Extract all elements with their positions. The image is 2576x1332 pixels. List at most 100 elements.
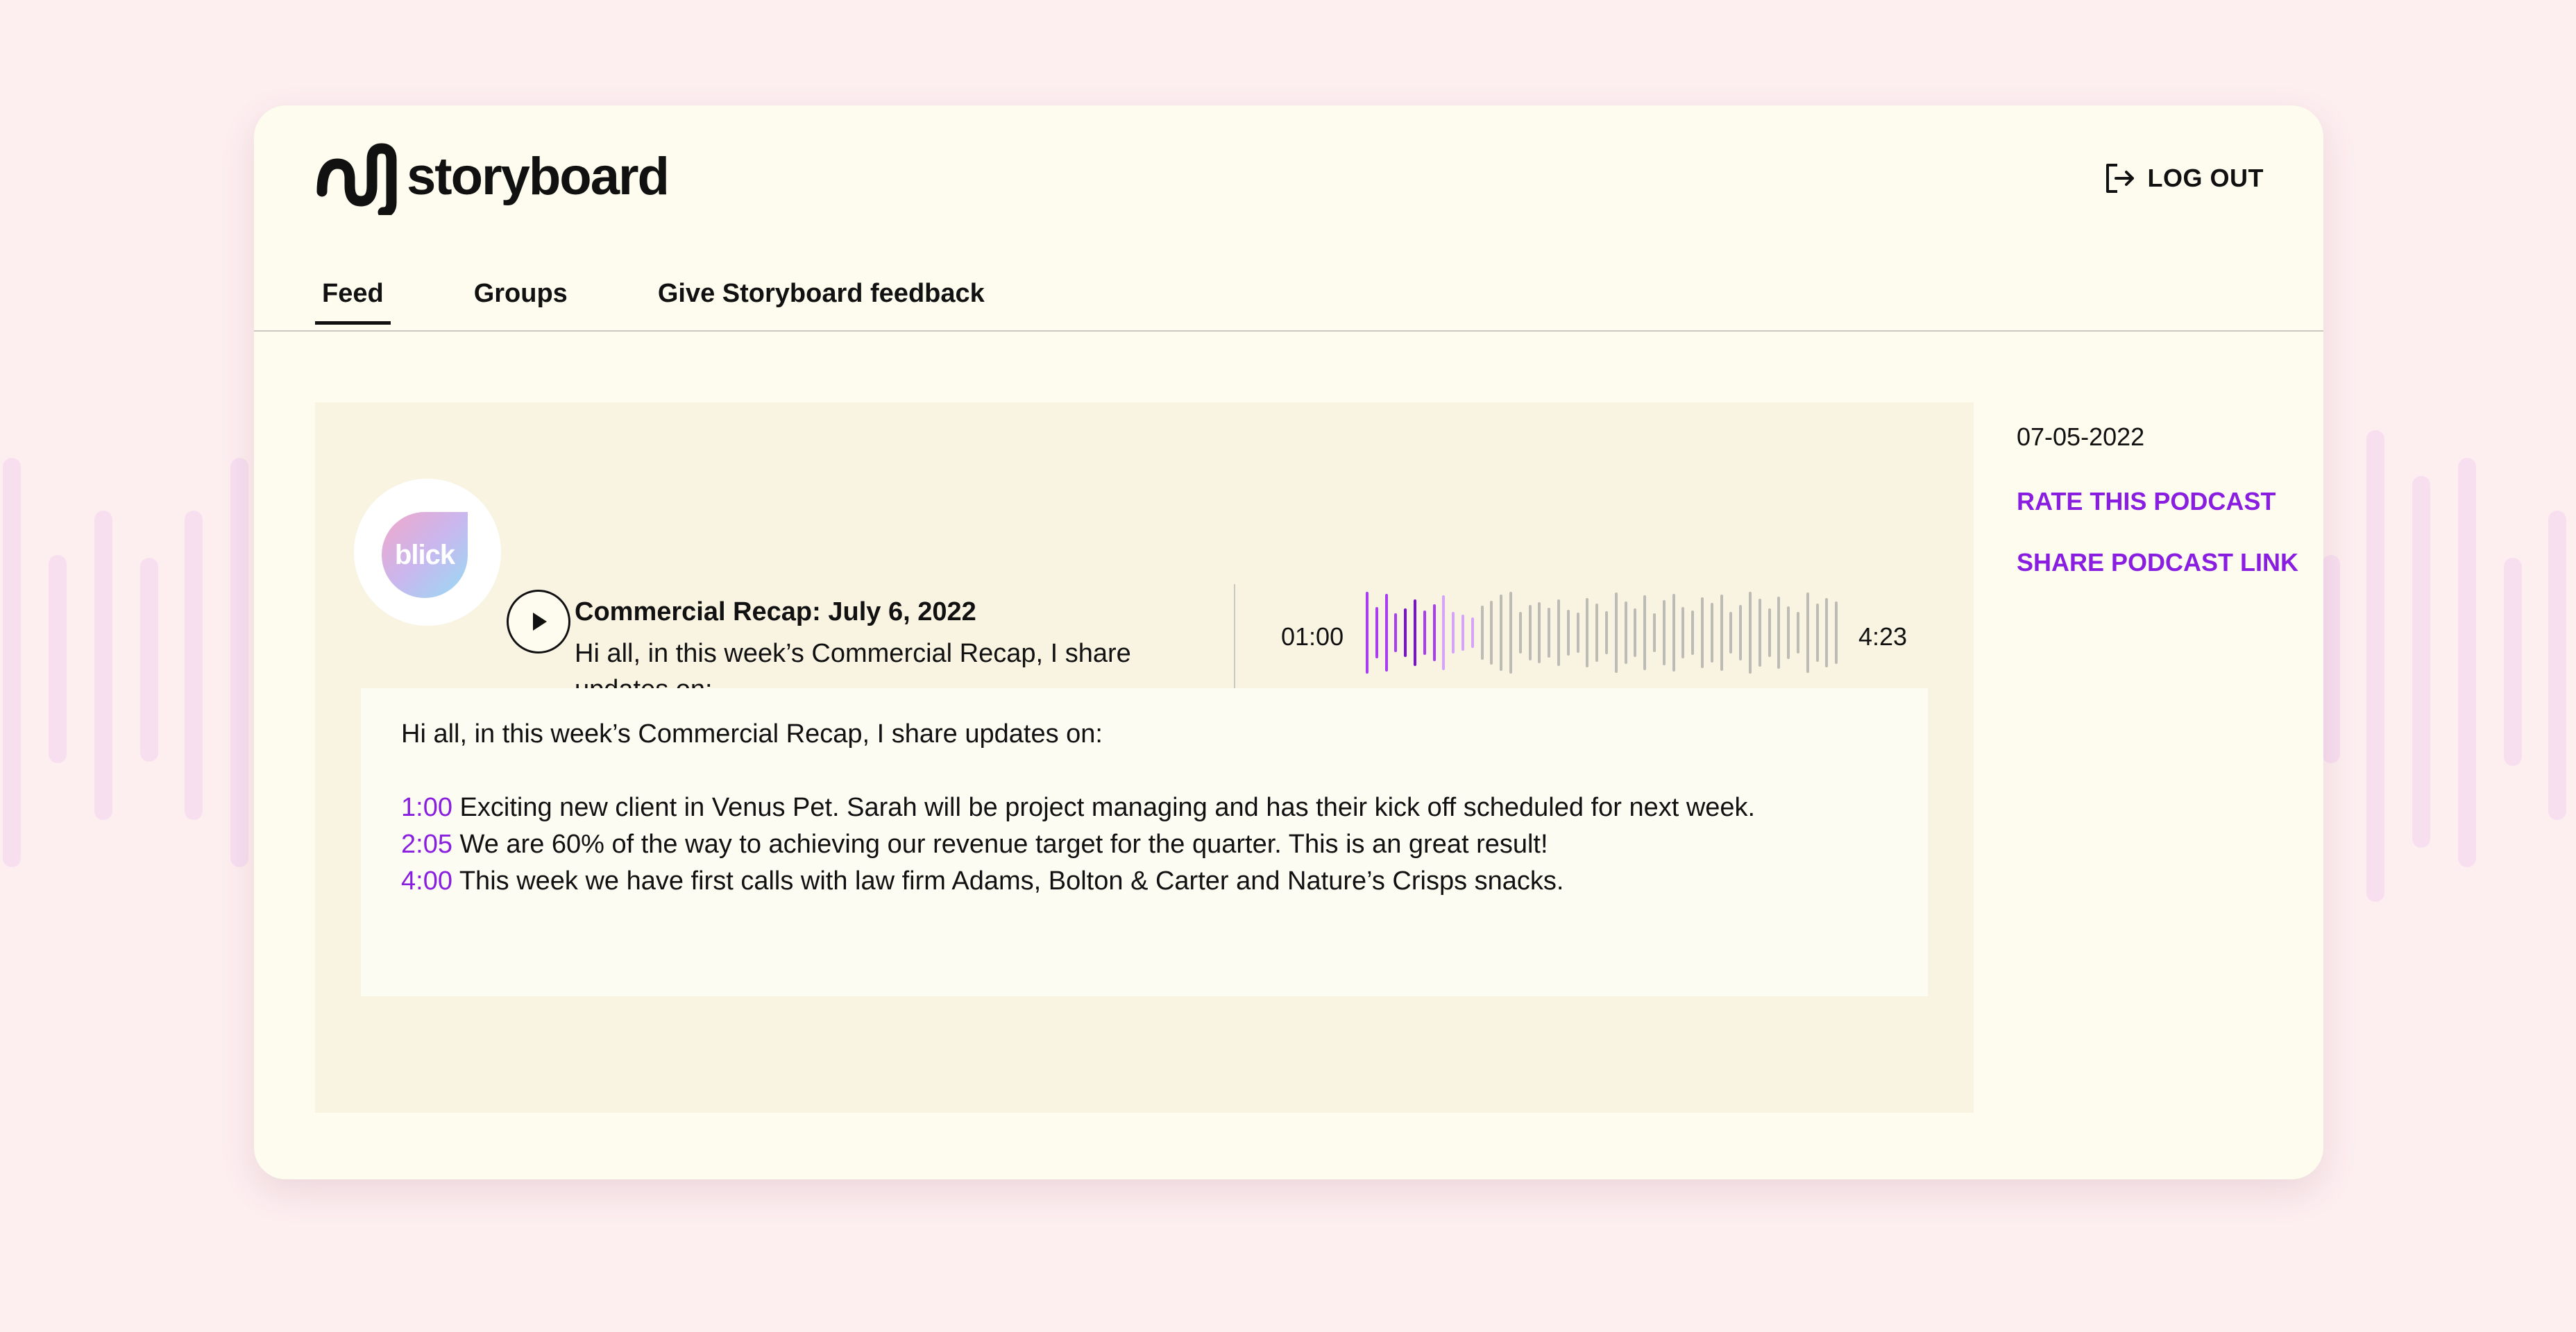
waveform-bar: [1595, 604, 1599, 662]
waveform-bar: [1835, 601, 1838, 664]
waveform-bar: [1634, 608, 1637, 657]
waveform-bar: [1681, 607, 1685, 658]
waveform-bar: [1375, 607, 1378, 658]
waveform-bar: [1423, 610, 1426, 655]
decor-bar: [49, 555, 67, 763]
chapter-text: We are 60% of the way to achieving our r…: [459, 830, 1548, 859]
waveform-bar: [1442, 595, 1446, 670]
nav-tabs: Feed Groups Give Storyboard feedback: [315, 279, 1068, 325]
tab-feed[interactable]: Feed: [315, 279, 391, 325]
waveform-bar: [1528, 605, 1532, 660]
chapter-item: 2:05 We are 60% of the way to achieving …: [401, 826, 1755, 863]
play-icon: [533, 613, 547, 631]
waveform-bar: [1566, 610, 1570, 656]
storyboard-logo[interactable]: storyboard: [315, 143, 670, 215]
waveform-bar: [1471, 617, 1474, 648]
rate-podcast-link[interactable]: RATE THIS PODCAST: [2017, 487, 2276, 516]
chapter-timestamp-link[interactable]: 1:00: [401, 793, 452, 822]
waveform-bar: [1480, 606, 1484, 660]
waveform-bar: [1614, 592, 1618, 673]
storyboard-wave-logo-icon: [316, 143, 397, 215]
waveform-bar: [1384, 594, 1388, 672]
episode-title[interactable]: Commercial Recap: July 6, 2022: [575, 595, 1171, 629]
waveform-bar: [1452, 612, 1455, 654]
chapter-item: 4:00 This week we have first calls with …: [401, 863, 1755, 900]
player-separator: [1234, 584, 1235, 690]
podcast-episode-card: blick Commercial Recap: July 6, 2022 Hi …: [315, 402, 1974, 1113]
waveform-bar: [1662, 600, 1666, 665]
waveform-bar: [1777, 597, 1781, 669]
decor-bar: [2366, 430, 2384, 902]
waveform-bar: [1815, 604, 1819, 662]
decor-bar: [94, 511, 112, 820]
waveform-bar: [1366, 592, 1368, 674]
waveform-bar: [1576, 613, 1579, 653]
chapter-text: This week we have first calls with law f…: [459, 866, 1564, 896]
app-name: storyboard: [407, 146, 670, 206]
chapter-timestamp-link[interactable]: 4:00: [401, 866, 452, 896]
waveform-bar: [1586, 598, 1589, 667]
total-time: 4:23: [1858, 622, 1908, 651]
waveform-bar: [1653, 613, 1656, 652]
description-intro: Hi all, in this week’s Commercial Recap,…: [401, 719, 1103, 749]
waveform-bar: [1806, 592, 1809, 673]
header: storyboard LOG OUT: [254, 105, 2323, 230]
brand-name: blick: [394, 539, 455, 570]
waveform-bar: [1729, 612, 1733, 654]
waveform-bar: [1720, 595, 1723, 671]
chapter-text: Exciting new client in Venus Pet. Sarah …: [459, 793, 1756, 822]
waveform-bar: [1787, 606, 1790, 659]
waveform-bar: [1739, 605, 1743, 660]
current-time: 01:00: [1281, 622, 1344, 651]
episode-date: 07-05-2022: [2017, 422, 2145, 451]
decor-bar: [185, 511, 203, 820]
decor-bar: [2412, 476, 2430, 848]
decor-bar: [2504, 558, 2522, 766]
waveform-bar: [1825, 598, 1829, 667]
share-podcast-link[interactable]: SHARE PODCAST LINK: [2017, 548, 2298, 577]
tab-groups[interactable]: Groups: [467, 279, 575, 325]
logout-button[interactable]: LOG OUT: [2102, 161, 2264, 196]
chapter-list: 1:00 Exciting new client in Venus Pet. S…: [401, 789, 1755, 900]
audio-waveform-scrubber[interactable]: [1366, 591, 1845, 674]
decor-bar: [230, 458, 248, 867]
chapter-timestamp-link[interactable]: 2:05: [401, 830, 452, 859]
waveform-bar: [1509, 592, 1512, 674]
waveform-bar: [1538, 602, 1541, 663]
tab-give-feedback[interactable]: Give Storyboard feedback: [651, 279, 992, 325]
waveform-bar: [1414, 599, 1416, 666]
episode-sidebar: 07-05-2022 RATE THIS PODCAST SHARE PODCA…: [2017, 422, 2298, 577]
tabs-divider: [254, 330, 2323, 332]
waveform-bar: [1710, 603, 1713, 663]
waveform-bar: [1691, 610, 1695, 655]
waveform-bar: [1500, 595, 1503, 671]
decor-bar: [2458, 458, 2476, 867]
waveform-bar: [1797, 612, 1799, 654]
waveform-bar: [1557, 599, 1560, 666]
waveform-bar: [1605, 611, 1608, 654]
waveform-bar: [1701, 597, 1704, 668]
waveform-bar: [1394, 613, 1398, 652]
waveform-bar: [1768, 608, 1771, 657]
waveform-bar: [1624, 601, 1627, 664]
waveform-bar: [1432, 604, 1436, 661]
chapter-item: 1:00 Exciting new client in Venus Pet. S…: [401, 789, 1755, 826]
waveform-bar: [1548, 608, 1551, 658]
waveform-bar: [1758, 599, 1761, 667]
play-button[interactable]: [507, 590, 570, 654]
decor-bar: [140, 558, 158, 762]
episode-thumbnail: blick: [354, 479, 570, 654]
waveform-bar: [1672, 594, 1675, 672]
waveform-bar: [1490, 601, 1493, 665]
decor-bar: [3, 458, 21, 867]
waveform-bar: [1749, 592, 1752, 674]
logout-icon: [2105, 164, 2134, 193]
decor-bar: [2548, 511, 2566, 820]
decor-bar: [2322, 555, 2340, 763]
app-card: storyboard LOG OUT Feed Groups Give Stor…: [254, 105, 2323, 1179]
waveform-bar: [1518, 612, 1522, 654]
waveform-bar: [1643, 595, 1647, 670]
brand-logo: blick: [382, 512, 468, 598]
logout-label: LOG OUT: [2147, 164, 2264, 192]
waveform-bar: [1404, 608, 1407, 657]
